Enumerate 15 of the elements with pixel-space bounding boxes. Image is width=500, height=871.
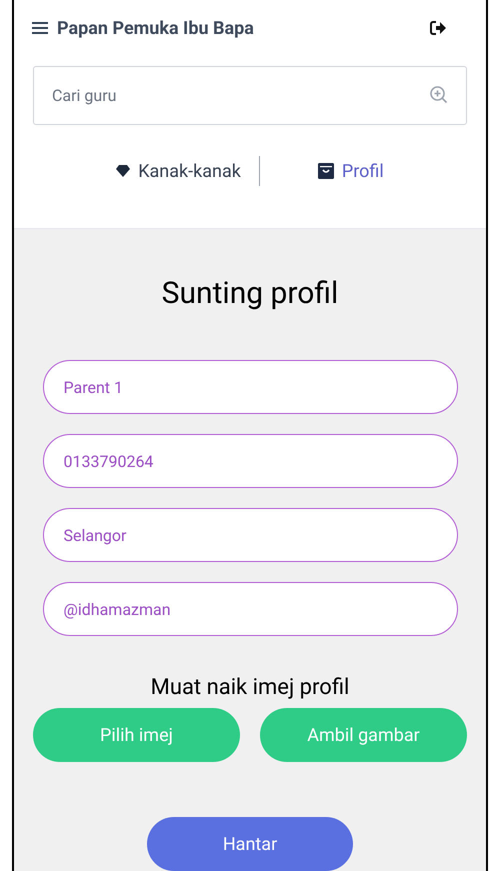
input-field[interactable]: @idhamazman (42, 582, 458, 636)
search-field[interactable]: Cari guru (33, 66, 467, 125)
logout-icon[interactable] (430, 21, 446, 35)
menu-icon[interactable] (32, 22, 48, 34)
diamond-icon (116, 165, 130, 177)
input-field[interactable]: Selangor (42, 508, 458, 562)
submit-button[interactable]: Hantar (147, 817, 353, 871)
input-field[interactable]: 0133790264 (42, 434, 458, 488)
header-title: Papan Pemuka Ibu Bapa (57, 16, 254, 40)
tab[interactable]: Profil (314, 158, 388, 184)
upload-label: Muat naik imej profil (150, 674, 350, 702)
form-title: Sunting profil (162, 275, 338, 313)
tab[interactable]: Kanak-kanak (112, 158, 245, 184)
bag-icon (318, 163, 334, 179)
input-field[interactable]: Parent 1 (42, 360, 458, 414)
